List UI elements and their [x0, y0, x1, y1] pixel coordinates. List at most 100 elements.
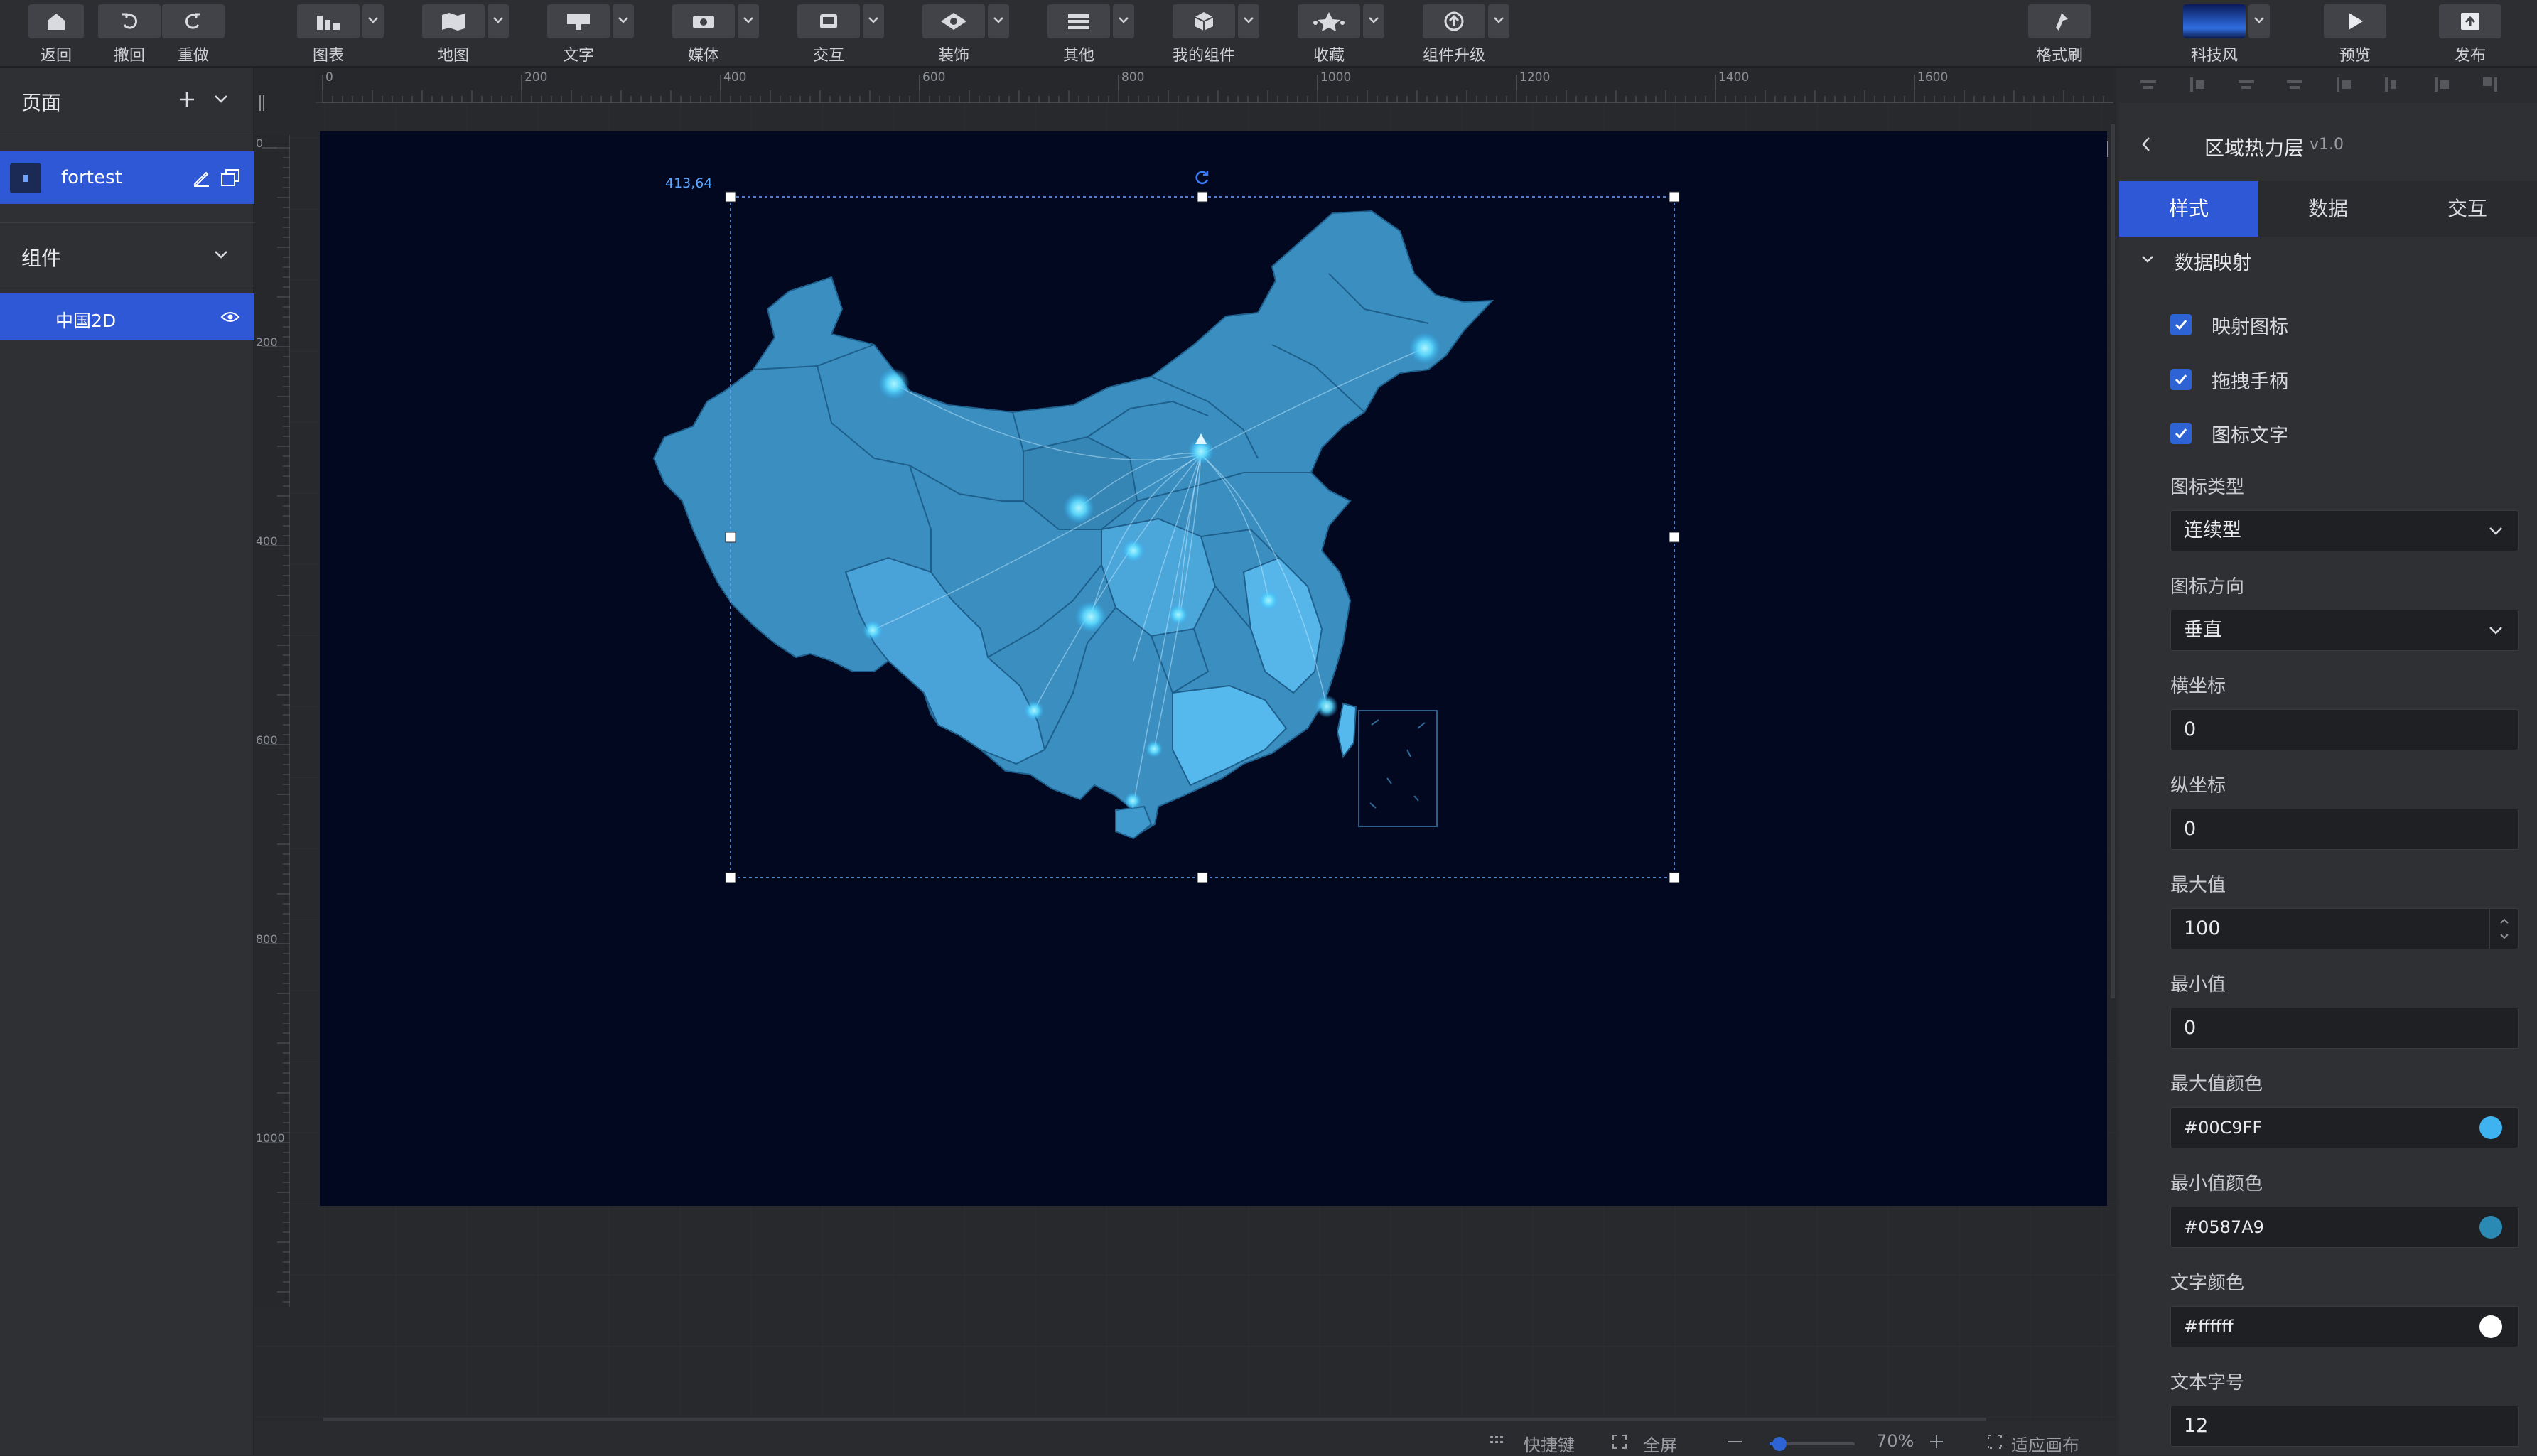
add-icon[interactable]	[178, 90, 196, 109]
upload-icon	[2439, 4, 2501, 38]
chevron-down-icon[interactable]	[1488, 4, 1509, 38]
publish-button[interactable]: 发布	[2439, 0, 2501, 68]
ruler-tick-label: 1000	[256, 1131, 285, 1145]
undo-button[interactable]: 撤回	[98, 0, 161, 68]
checkbox-drag-handle[interactable]	[2170, 369, 2192, 390]
fit-canvas-icon	[1988, 1435, 2002, 1449]
home-icon	[28, 4, 84, 38]
max-value-stepper[interactable]: 100	[2170, 908, 2519, 949]
fullscreen-button[interactable]: 全屏	[1643, 1431, 1677, 1456]
inset-islands	[1369, 719, 1426, 809]
undo-icon	[98, 4, 161, 38]
chevron-down-icon[interactable]	[1113, 4, 1134, 38]
tab-interact[interactable]: 交互	[2398, 181, 2537, 237]
keyboard-icon	[1490, 1436, 1503, 1443]
text-menu[interactable]: 文字	[547, 0, 634, 68]
checkbox-label: 拖拽手柄	[2212, 371, 2288, 393]
ruler-vertical: 0 200 400 600 800 1000	[254, 135, 290, 1307]
chevron-down-icon[interactable]	[2248, 4, 2270, 38]
zoom-out-icon[interactable]	[1727, 1440, 1742, 1444]
zoom-slider[interactable]	[1770, 1437, 1855, 1451]
chevron-down-icon[interactable]	[988, 4, 1009, 38]
copy-icon[interactable]	[220, 168, 240, 187]
format-brush-button[interactable]: 格式刷	[2028, 0, 2091, 68]
chevron-down-icon[interactable]	[362, 4, 384, 38]
checkbox-icon-text[interactable]	[2170, 423, 2192, 444]
color-value: #0587A9	[2184, 1217, 2264, 1237]
component-item-china2d[interactable]: 中国2D	[0, 293, 254, 340]
icon-type-select[interactable]: 连续型	[2170, 510, 2519, 551]
theme-selector[interactable]: 科技风	[2183, 0, 2273, 68]
star-icon	[1298, 4, 1360, 38]
zoom-in-icon[interactable]	[1929, 1434, 1944, 1450]
font-size-input[interactable]: 12	[2170, 1406, 2519, 1447]
decor-menu[interactable]: 装饰	[922, 0, 1009, 68]
chevron-down-icon[interactable]	[863, 4, 884, 38]
map-icon	[422, 4, 485, 38]
upgrade-icon	[1423, 4, 1485, 38]
vertical-scrollbar[interactable]	[2111, 124, 2115, 998]
checkbox-map-icon[interactable]	[2170, 314, 2192, 335]
min-color-label: 最小值颜色	[2170, 1173, 2263, 1195]
other-menu[interactable]: 其他	[1047, 0, 1134, 68]
text-color-input[interactable]: #ffffff	[2170, 1306, 2519, 1347]
chevron-down-icon[interactable]	[213, 249, 229, 260]
ruler-tick-label: 0	[325, 70, 333, 85]
color-swatch[interactable]	[2479, 1315, 2502, 1338]
x-coord-input[interactable]: 0	[2170, 709, 2519, 750]
edit-icon[interactable]	[192, 168, 210, 187]
chart-menu[interactable]: 图表	[297, 0, 384, 68]
panel-header: 区域热力层 v1.0	[2119, 122, 2537, 164]
eye-icon[interactable]	[220, 311, 240, 323]
back-button[interactable]: 返回	[28, 0, 84, 68]
favorite-menu[interactable]: 收藏	[1298, 0, 1384, 68]
china-map[interactable]	[320, 131, 2107, 1206]
zoom-level: 70%	[1876, 1431, 1914, 1451]
min-value-label: 最小值	[2170, 974, 2226, 996]
min-value-input[interactable]: 0	[2170, 1008, 2519, 1049]
artboard[interactable]: 413,64	[320, 131, 2107, 1206]
stepper-buttons[interactable]	[2489, 909, 2518, 949]
chevron-down-icon[interactable]	[213, 93, 229, 104]
color-swatch[interactable]	[2479, 1216, 2502, 1239]
my-components-menu[interactable]: 我的组件	[1173, 0, 1259, 68]
upgrade-menu[interactable]: 组件升级	[1423, 0, 1509, 68]
min-color-input[interactable]: #0587A9	[2170, 1207, 2519, 1248]
play-icon	[2324, 4, 2386, 38]
ruler-tick-label: 800	[1121, 70, 1145, 85]
map-menu[interactable]: 地图	[422, 0, 509, 68]
preview-button[interactable]: 预览	[2324, 0, 2386, 68]
checkbox-label: 图标文字	[2212, 425, 2288, 447]
back-arrow-icon[interactable]	[2140, 136, 2152, 153]
select-value: 连续型	[2184, 519, 2241, 541]
tab-data[interactable]: 数据	[2258, 181, 2398, 237]
redo-button[interactable]: 重做	[162, 0, 225, 68]
max-color-input[interactable]: #00C9FF	[2170, 1107, 2519, 1148]
chevron-down-icon[interactable]	[1238, 4, 1259, 38]
icon-direction-select[interactable]: 垂直	[2170, 610, 2519, 651]
fit-canvas-button[interactable]: 适应画布	[2011, 1431, 2079, 1456]
ruler-tick-label: 1400	[1718, 70, 1750, 85]
color-swatch[interactable]	[2479, 1116, 2502, 1139]
x-coord-label: 横坐标	[2170, 676, 2226, 697]
page-item-fortest[interactable]: fortest	[0, 151, 254, 204]
zoom-slider-thumb[interactable]	[1772, 1437, 1787, 1451]
icon-type-label: 图标类型	[2170, 477, 2245, 498]
section-data-mapping[interactable]: 数据映射	[2119, 242, 2537, 277]
shortcut-button[interactable]: 快捷键	[1524, 1431, 1575, 1456]
top-toolbar: 返回 撤回 重做 图表 地图 文字 媒体 交互 装饰 其他 我的组件 收藏 组件…	[0, 0, 2537, 68]
chevron-down-icon[interactable]	[1363, 4, 1384, 38]
color-value: #00C9FF	[2184, 1118, 2263, 1138]
tab-style[interactable]: 样式	[2119, 181, 2258, 237]
ruler-tick-label: 200	[524, 70, 548, 85]
left-panel-collapse-handle[interactable]	[257, 92, 267, 114]
interact-menu[interactable]: 交互	[797, 0, 884, 68]
chevron-down-icon[interactable]	[613, 4, 634, 38]
bar-chart-icon	[297, 4, 360, 38]
y-coord-input[interactable]: 0	[2170, 809, 2519, 850]
chevron-down-icon[interactable]	[738, 4, 759, 38]
chevron-down-icon[interactable]	[488, 4, 509, 38]
components-header: 组件	[0, 222, 254, 286]
ruler-tick-label: 200	[256, 335, 278, 349]
media-menu[interactable]: 媒体	[672, 0, 759, 68]
